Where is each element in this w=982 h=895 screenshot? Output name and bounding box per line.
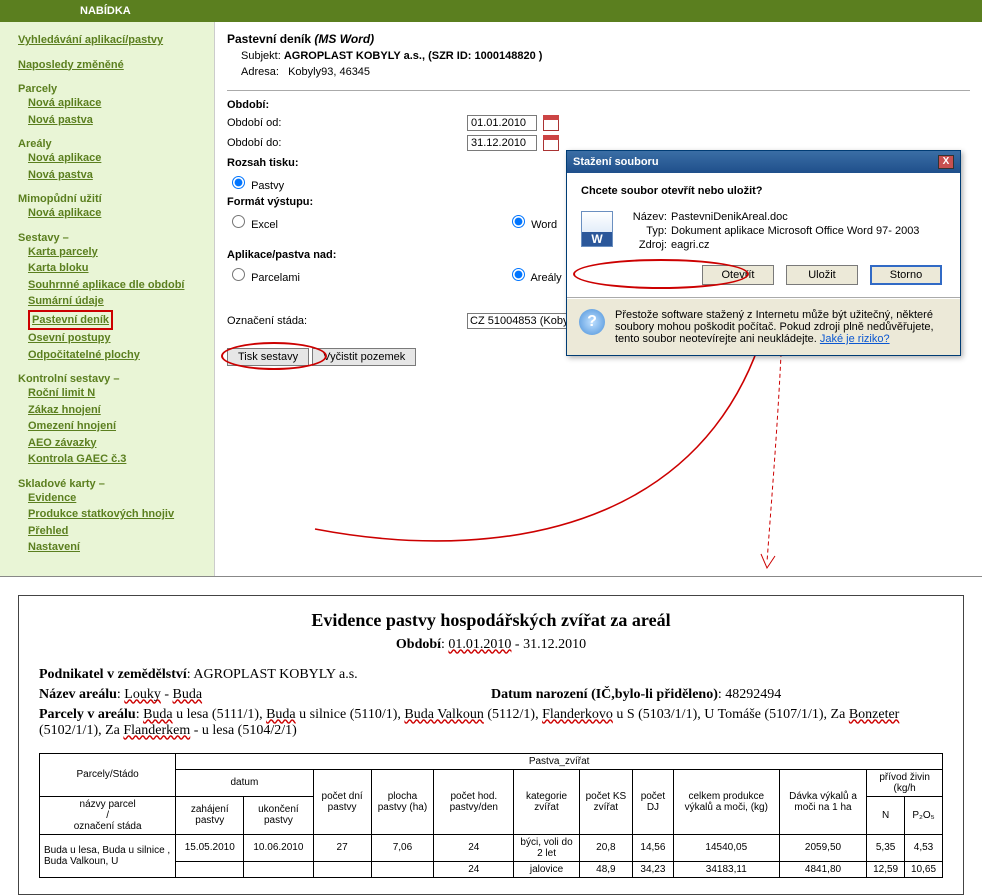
sidebar-item[interactable]: Sumární údaje xyxy=(28,293,206,310)
sidebar-item[interactable]: Zákaz hnojení xyxy=(28,402,206,419)
sidebar-item-pastevni-denik[interactable]: Pastevní deník xyxy=(32,312,109,329)
obdobi-do-input[interactable] xyxy=(467,135,537,151)
format-heading: Formát výstupu: xyxy=(227,196,467,208)
sidebar-item[interactable]: Omezení hnojení xyxy=(28,418,206,435)
dialog-question: Chcete soubor otevřít nebo uložit? xyxy=(581,185,946,197)
sidebar-group-arealy: Areály xyxy=(18,138,206,150)
subject-line: Subjekt: AGROPLAST KOBYLY a.s., (SZR ID:… xyxy=(241,50,970,62)
rozsah-heading: Rozsah tisku: xyxy=(227,157,467,169)
address-line: Adresa: Kobyly93, 46345 xyxy=(241,66,970,78)
dl-type-value: Dokument aplikace Microsoft Office Word … xyxy=(671,225,919,237)
save-button[interactable]: Uložit xyxy=(786,265,858,285)
doc-podnikatel: Podnikatel v zemědělství: AGROPLAST KOBY… xyxy=(39,667,943,683)
sidebar-item[interactable]: Přehled xyxy=(28,523,206,540)
obdobi-do-label: Období do: xyxy=(227,137,467,149)
sidebar-item[interactable]: Kontrola GAEC č.3 xyxy=(28,451,206,468)
obdobi-heading: Období: xyxy=(227,99,467,111)
sidebar-item[interactable]: AEO závazky xyxy=(28,435,206,452)
dl-name-label: Název: xyxy=(623,211,671,223)
sidebar-item[interactable]: Souhrnné aplikace dle období xyxy=(28,277,206,294)
word-doc-icon xyxy=(581,211,613,247)
sidebar-link-recent[interactable]: Naposledy změněné xyxy=(18,57,206,74)
sidebar-group-mimo: Mimopůdní užití xyxy=(18,193,206,205)
vycistit-pozemek-button[interactable]: Vyčistit pozemek xyxy=(312,348,416,366)
sidebar-item[interactable]: Nová aplikace xyxy=(28,150,206,167)
open-button[interactable]: Otevřít xyxy=(702,265,774,285)
sidebar-group-sestavy: Sestavy – xyxy=(18,232,206,244)
calendar-icon[interactable] xyxy=(543,135,559,151)
sidebar-item[interactable]: Roční limit N xyxy=(28,385,206,402)
sidebar-item[interactable]: Nová aplikace xyxy=(28,95,206,112)
sidebar-item[interactable]: Odpočitatelné plochy xyxy=(28,347,206,364)
dl-type-label: Typ: xyxy=(623,225,671,237)
obdobi-od-input[interactable] xyxy=(467,115,537,131)
sidebar-group-skladove: Skladové karty – xyxy=(18,478,206,490)
ap-heading: Aplikace/pastva nad: xyxy=(227,249,467,261)
doc-areal: Název areálu: Louky - Buda Datum narozen… xyxy=(39,687,943,703)
sidebar-group-parcely: Parcely xyxy=(18,83,206,95)
radio-word[interactable]: Word xyxy=(507,212,557,231)
sidebar-item[interactable]: Osevní postupy xyxy=(28,330,206,347)
sidebar-item[interactable]: Evidence xyxy=(28,490,206,507)
sidebar-item[interactable]: Produkce statkových hnojiv xyxy=(28,506,206,523)
radio-parcelami[interactable]: Parcelami xyxy=(227,265,467,284)
dl-source-label: Zdroj: xyxy=(623,239,671,251)
sidebar-item-highlight: Pastevní deník xyxy=(28,310,113,331)
download-dialog: Stažení souboru X Chcete soubor otevřít … xyxy=(566,150,961,356)
dialog-titlebar[interactable]: Stažení souboru X xyxy=(567,151,960,173)
radio-excel[interactable]: Excel xyxy=(227,212,467,231)
sidebar-item[interactable]: Nová aplikace xyxy=(28,205,206,222)
radio-arealy[interactable]: Areály xyxy=(507,265,562,284)
doc-parcely: Parcely v areálu: Buda u lesa (5111/1), … xyxy=(39,707,943,739)
obdobi-od-label: Období od: xyxy=(227,117,467,129)
sidebar-group-kontrolni: Kontrolní sestavy – xyxy=(18,373,206,385)
doc-table: Parcely/Stádo Pastva_zvířat datum počet … xyxy=(39,753,943,878)
dialog-title-text: Stažení souboru xyxy=(573,156,659,168)
word-output-preview: Evidence pastvy hospodářských zvířat za … xyxy=(0,576,982,895)
sidebar-item[interactable]: Nová pastva xyxy=(28,112,206,129)
dl-source-value: eagri.cz xyxy=(671,239,919,251)
sidebar-item[interactable]: Nastavení xyxy=(28,539,206,556)
sidebar-item[interactable]: Karta parcely xyxy=(28,244,206,261)
shield-icon: ? xyxy=(579,309,605,335)
sidebar: Vyhledávání aplikací/pastvy Naposledy zm… xyxy=(0,22,215,576)
stado-label: Označení stáda: xyxy=(227,315,467,327)
table-row: Buda u lesa, Buda u silnice , Buda Valko… xyxy=(40,834,943,861)
close-icon[interactable]: X xyxy=(938,155,954,169)
page-title: Pastevní deník (MS Word) xyxy=(227,32,970,46)
sidebar-item[interactable]: Nová pastva xyxy=(28,167,206,184)
doc-period: Období: 01.01.2010 - 31.12.2010 xyxy=(39,637,943,653)
doc-heading: Evidence pastvy hospodářských zvířat za … xyxy=(39,610,943,631)
sidebar-link-search[interactable]: Vyhledávání aplikací/pastvy xyxy=(18,32,206,49)
calendar-icon[interactable] xyxy=(543,115,559,131)
risk-link[interactable]: Jaké je riziko? xyxy=(820,333,890,345)
tisk-sestavy-button[interactable]: Tisk sestavy xyxy=(227,348,309,366)
cancel-button[interactable]: Storno xyxy=(870,265,942,285)
dialog-footer-text: Přestože software stažený z Internetu mů… xyxy=(615,309,948,345)
top-header: NABÍDKA xyxy=(0,0,982,22)
dl-name-value: PastevniDenikAreal.doc xyxy=(671,211,919,223)
sidebar-item[interactable]: Karta bloku xyxy=(28,260,206,277)
radio-pastvy[interactable]: Pastvy xyxy=(227,180,284,192)
header-title: NABÍDKA xyxy=(80,5,131,17)
